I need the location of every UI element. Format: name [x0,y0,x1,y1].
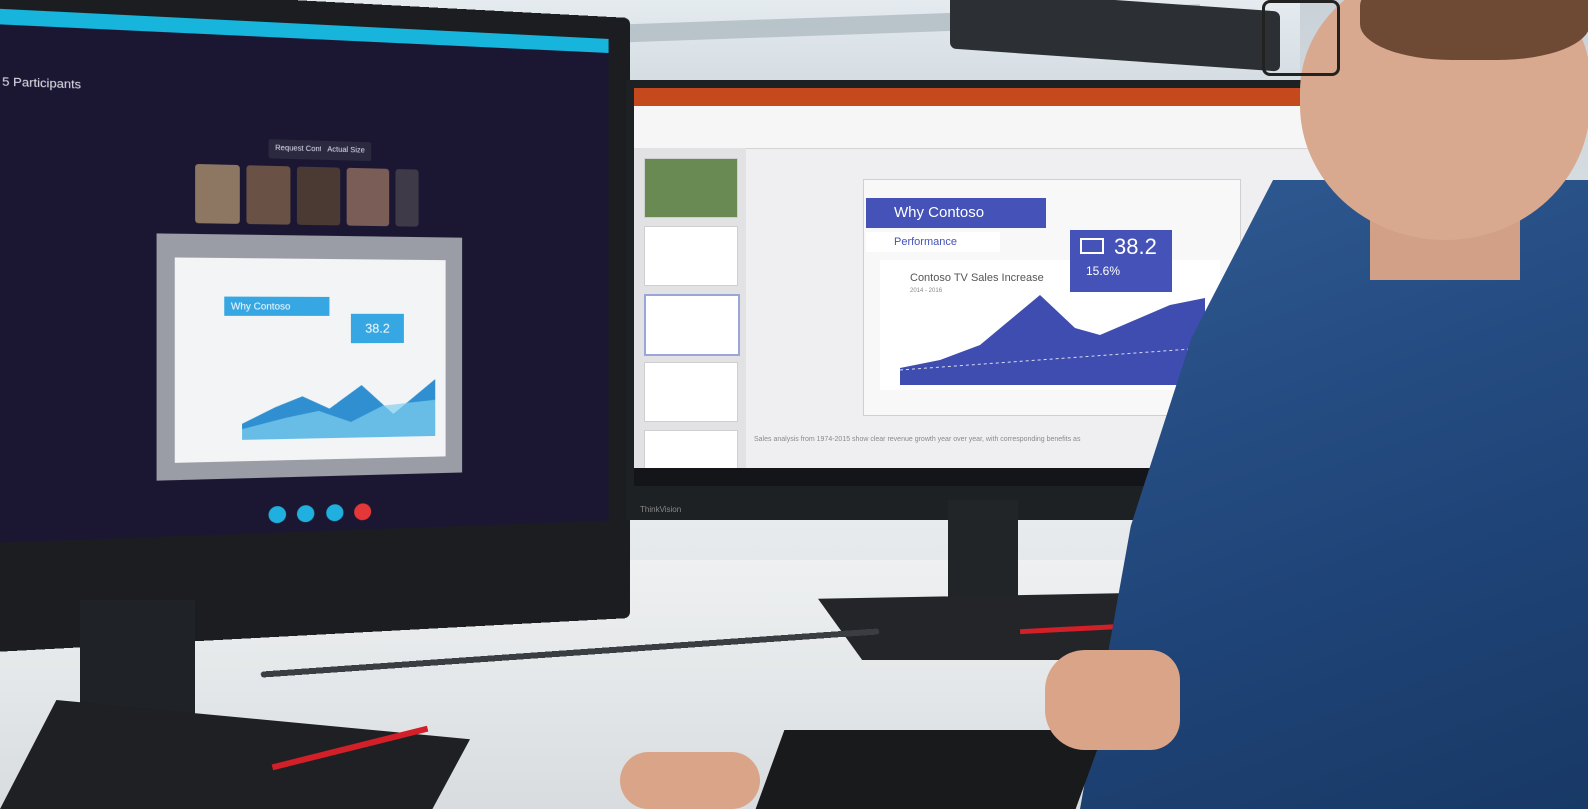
mic-toggle-button[interactable] [297,504,315,523]
stat-value: 38.2 [1114,234,1157,259]
slide-thumbnail[interactable] [644,226,738,286]
slide-notes[interactable]: Sales analysis from 1974-2015 show clear… [754,436,1080,443]
actual-size-button[interactable]: Actual Size [320,140,372,162]
slide-thumbnail-panel [634,148,746,486]
chart-title: Contoso TV Sales Increase [910,272,1044,284]
person-left-hand [620,752,760,809]
left-monitor: 5 Participants Request Control Actual Si… [0,0,631,656]
slide-subtitle: Performance [866,232,1000,252]
slide-title: Why Contoso [866,198,1046,228]
participant-avatar[interactable] [346,167,390,227]
participants-label: 5 Participants [2,75,82,92]
shared-area-chart [242,379,436,440]
participant-avatar[interactable] [296,166,341,226]
stat-change: 15.6% [1086,264,1121,278]
chat-button[interactable] [326,504,344,522]
shared-screen-frame: Why Contoso 38.2 [156,233,463,481]
slide-thumbnail[interactable] [644,362,738,422]
participant-avatar[interactable] [395,169,419,227]
shared-slide-title: Why Contoso [224,296,330,316]
shared-slide-stat: 38.2 [350,313,404,344]
sales-area-chart [900,295,1206,385]
video-toggle-button[interactable] [268,505,287,524]
monitor-icon [1080,238,1104,254]
end-call-button[interactable] [354,503,372,521]
shared-slide: Why Contoso 38.2 [174,257,446,463]
monitor-brand-label: ThinkVision [640,505,682,514]
keyboard [755,730,1105,809]
person-hair [1360,0,1588,60]
glasses [1262,0,1340,76]
participant-avatar[interactable] [246,165,291,225]
presentation-titlebar [634,88,1414,106]
call-app-titlebar [0,5,609,53]
person-right-hand [1045,650,1180,750]
stat-callout: 38.2 15.6% [1070,230,1172,292]
presentation-ribbon[interactable] [634,106,1414,149]
slide-thumbnail-selected[interactable] [644,294,740,356]
slide-thumbnail[interactable] [644,158,738,218]
video-call-screen: 5 Participants Request Control Actual Si… [0,5,609,546]
call-controls [268,503,378,529]
participant-avatar[interactable] [195,163,240,224]
